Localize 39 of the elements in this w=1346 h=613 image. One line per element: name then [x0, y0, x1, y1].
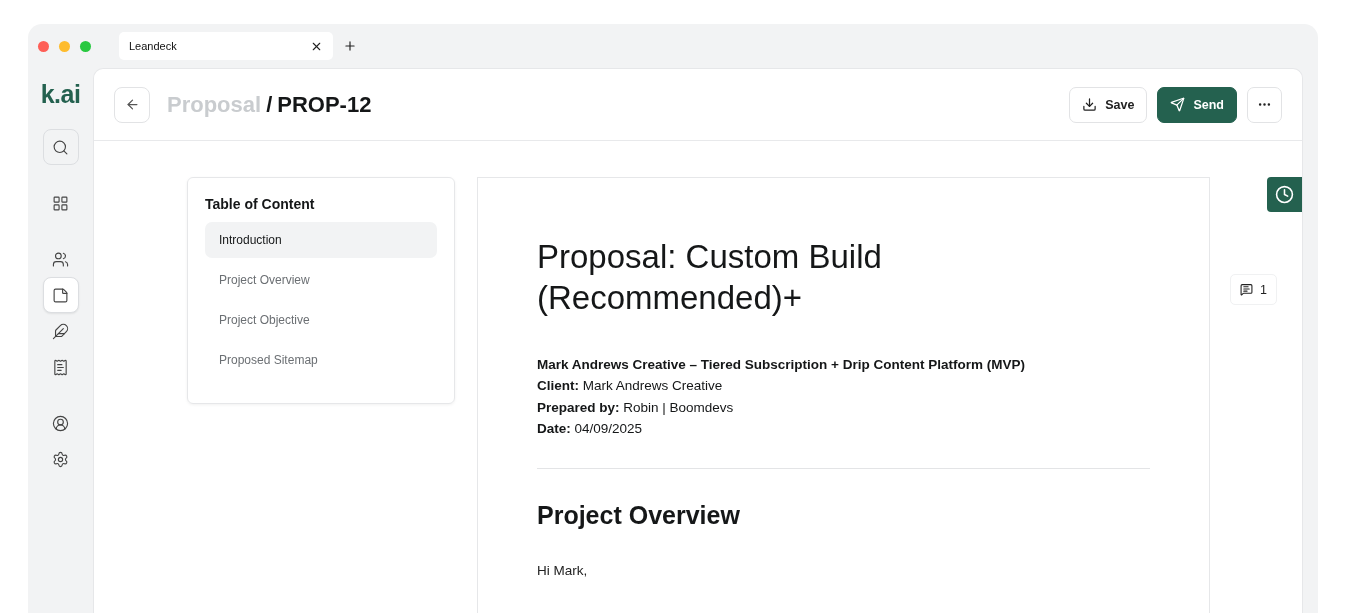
breadcrumb-separator: /: [266, 91, 273, 118]
plus-icon[interactable]: [343, 39, 357, 53]
maximize-dot[interactable]: [80, 40, 91, 52]
sidebar-item[interactable]: [42, 277, 79, 313]
meta-line: Prepared by: Robin | Boomdevs: [537, 398, 735, 417]
history-button[interactable]: [1267, 177, 1302, 212]
send-icon: [1170, 97, 1186, 112]
receipt-icon: [52, 358, 69, 376]
toc-item[interactable]: Project Objective: [205, 302, 437, 338]
users-icon: [52, 250, 69, 268]
page-title: PROP-12: [277, 91, 372, 118]
send-button[interactable]: Send: [1157, 86, 1237, 123]
minimize-dot[interactable]: [59, 40, 70, 52]
note-icon: [52, 286, 69, 304]
download-icon: [1082, 97, 1098, 112]
comment-button[interactable]: 1: [1230, 274, 1277, 305]
grid-icon: [52, 194, 69, 212]
sidebar-item[interactable]: [42, 129, 79, 165]
document-subtitle: Mark Andrews Creative – Tiered Subscription + Drip Content Platform (MVP): [537, 356, 1026, 374]
logo: k.ai: [40, 80, 81, 109]
greeting-text: Hi Mark,: [537, 562, 589, 578]
toc-item[interactable]: Introduction: [205, 222, 437, 258]
section-title: Project Overview: [537, 500, 741, 530]
meta-line: Date: 04/09/2025: [537, 420, 644, 438]
comment-icon: [1240, 283, 1254, 296]
meta-line: Client: Mark Andrews Creative: [537, 377, 724, 395]
toc-title: Table of Content: [205, 196, 316, 212]
close-dot[interactable]: [38, 40, 49, 52]
clock-icon: [1275, 185, 1294, 204]
document-title: Proposal: Custom Build (Recommended)+: [537, 237, 883, 318]
tab-title: Leandeck: [129, 40, 177, 52]
feather-icon: [52, 322, 69, 340]
toc-item[interactable]: Proposed Sitemap: [205, 342, 437, 378]
user-circle-icon: [52, 414, 69, 432]
toc-item[interactable]: Project Overview: [205, 262, 437, 298]
settings-icon: [52, 450, 69, 468]
save-button[interactable]: Save: [1069, 86, 1148, 123]
search-icon: [52, 138, 69, 156]
browser-tab[interactable]: Leandeck: [119, 32, 333, 60]
